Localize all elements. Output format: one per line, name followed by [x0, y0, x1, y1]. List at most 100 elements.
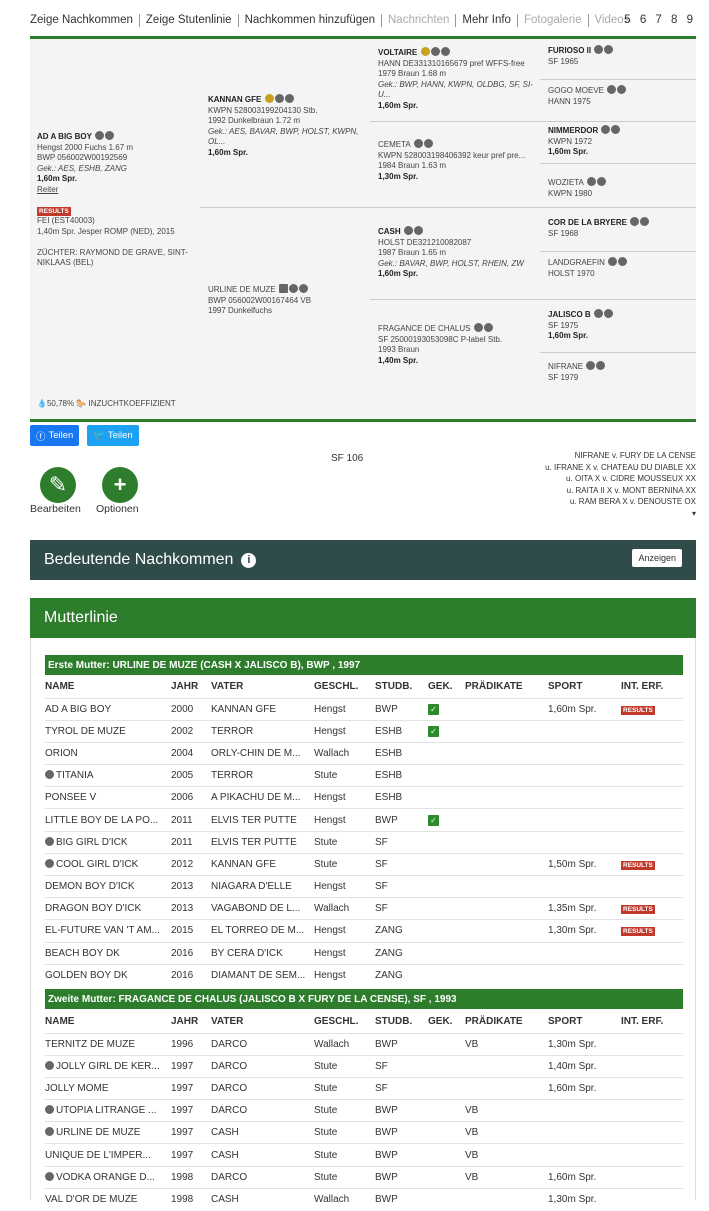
- horse-name-cell[interactable]: TITANIA: [45, 764, 171, 787]
- table-row[interactable]: JOLLY GIRL DE KER... 1997 DARCO Stute SF 1,40…: [45, 1054, 683, 1078]
- nav-more-info[interactable]: Mehr Info: [456, 13, 518, 27]
- table-row[interactable]: LITTLE BOY DE LA PO... 2011 ELVIS TER PUTT…: [45, 808, 683, 832]
- table-row[interactable]: BEACH BOY DK 2016 BY CERA D'ICK Hengst ZANG: [45, 941, 683, 965]
- expand-icon[interactable]: ▾: [545, 508, 696, 520]
- ancestor-name[interactable]: LANDGRAEFIN: [548, 258, 605, 267]
- sire-name[interactable]: KANNAN GFE: [208, 95, 261, 104]
- nav-offspring[interactable]: Zeige Nachkommen: [30, 13, 140, 27]
- table-row[interactable]: URLINE DE MUZE 1997 CASH Stute BWP VB: [45, 1121, 683, 1144]
- table-cell: 2002: [171, 719, 211, 743]
- edit-icon[interactable]: [603, 309, 613, 318]
- horse-name-cell[interactable]: GOLDEN BOY DK: [45, 963, 171, 987]
- horse-name-cell[interactable]: VAL D'OR DE MUZE: [45, 1187, 171, 1211]
- edit-icon[interactable]: [640, 217, 650, 226]
- horse-name-cell[interactable]: TERNITZ DE MUZE: [45, 1032, 171, 1056]
- table-cell: BY CERA D'ICK: [211, 941, 314, 965]
- ancestor-name[interactable]: GOGO MOEVE: [548, 86, 604, 95]
- horse-name-cell[interactable]: UTOPIA LITRANGE ...: [45, 1099, 171, 1122]
- horse-name-cell[interactable]: BIG GIRL D'ICK: [45, 830, 171, 854]
- table-row[interactable]: BIG GIRL D'ICK 2011 ELVIS TER PUTTE Stute SF: [45, 830, 683, 854]
- table-row[interactable]: VAL D'OR DE MUZE 1998 CASH Wallach BWP 1,30m …: [45, 1187, 683, 1211]
- ancestor-name[interactable]: NIFRANE: [548, 362, 583, 371]
- results-badge[interactable]: RESULTS: [621, 860, 655, 870]
- results-badge[interactable]: RESULTS: [37, 206, 71, 216]
- rider-link[interactable]: Reiter: [37, 185, 58, 194]
- sd-name[interactable]: CEMETA: [378, 140, 410, 149]
- show-button[interactable]: Anzeigen: [632, 549, 682, 567]
- ancestor-name[interactable]: COR DE LA BRYERE: [548, 218, 627, 227]
- nav-mare-line[interactable]: Zeige Stutenlinie: [140, 13, 239, 27]
- horse-name-cell[interactable]: JOLLY GIRL DE KER...: [45, 1054, 171, 1078]
- nav-photo-gallery[interactable]: Fotogalerie: [518, 13, 589, 27]
- nav-add-offspring[interactable]: Nachkommen hinzufügen: [239, 13, 382, 27]
- edit-icon[interactable]: [596, 361, 606, 370]
- table-row[interactable]: ORION 2004 ORLY-CHIN DE M... Wallach ESHB: [45, 741, 683, 765]
- horse-name-cell[interactable]: COOL GIRL D'ICK: [45, 852, 171, 876]
- edit-icon[interactable]: [617, 85, 627, 94]
- table-row[interactable]: AD A BIG BOY 2000 KANNAN GFE Hengst BWP ✓ 1,60…: [45, 697, 683, 721]
- edit-button[interactable]: ✎: [40, 467, 76, 503]
- table-row[interactable]: DRAGON BOY D'ICK 2013 VAGABOND DE L... Wall…: [45, 897, 683, 920]
- horse-name-cell[interactable]: TYROL DE MUZE: [45, 719, 171, 743]
- horse-name-cell[interactable]: PONSEE V: [45, 786, 171, 809]
- edit-icon[interactable]: [423, 139, 433, 148]
- table-row[interactable]: JOLLY MOME 1997 DARCO Stute SF 1,60m Spr.: [45, 1076, 683, 1100]
- info-icon[interactable]: i: [241, 552, 257, 568]
- edit-icon[interactable]: [604, 45, 614, 54]
- ancestor-name[interactable]: NIMMERDOR: [548, 126, 598, 135]
- edit-icon[interactable]: [413, 226, 423, 235]
- pagination[interactable]: 5 6 7 8 9: [624, 14, 696, 26]
- horse-name-cell[interactable]: VODKA ORANGE D...: [45, 1165, 171, 1189]
- table-row[interactable]: DEMON BOY D'ICK 2013 NIAGARA D'ELLE Hengst S…: [45, 874, 683, 898]
- table-row[interactable]: TYROL DE MUZE 2002 TERROR Hengst ESHB ✓: [45, 719, 683, 743]
- results-badge[interactable]: RESULTS: [621, 705, 655, 715]
- options-button[interactable]: +: [102, 467, 138, 503]
- int-result-cell: RESULTS: [621, 852, 683, 876]
- results-badge[interactable]: RESULTS: [621, 927, 655, 937]
- table-row[interactable]: PONSEE V 2006 A PIKACHU DE M... Hengst ESHB: [45, 786, 683, 809]
- table-row[interactable]: TITANIA 2005 TERROR Stute ESHB: [45, 764, 683, 787]
- dam-name[interactable]: URLINE DE MUZE: [208, 285, 276, 294]
- edit-icon[interactable]: [440, 47, 450, 56]
- horse-name-cell[interactable]: DEMON BOY D'ICK: [45, 874, 171, 898]
- table-row[interactable]: TERNITZ DE MUZE 1996 DARCO Wallach BWP VB 1,30…: [45, 1032, 683, 1056]
- facebook-share-button[interactable]: ⓕ Teilen: [30, 425, 80, 446]
- ancestor-name[interactable]: WOZIETA: [548, 178, 583, 187]
- first-dam-header[interactable]: Erste Mutter: URLINE DE MUZE (CASH X JAL…: [45, 655, 683, 675]
- twitter-share-button[interactable]: 🐦 Teilen: [87, 425, 139, 446]
- horse-name-cell[interactable]: DRAGON BOY D'ICK: [45, 897, 171, 920]
- horse-name-cell[interactable]: LITTLE BOY DE LA PO...: [45, 808, 171, 832]
- edit-icon[interactable]: [284, 94, 294, 103]
- horse-name-cell[interactable]: JOLLY MOME: [45, 1076, 171, 1100]
- main-horse-name[interactable]: AD A BIG BOY: [37, 132, 92, 141]
- edit-icon[interactable]: [611, 125, 621, 134]
- edit-icon[interactable]: [298, 284, 308, 293]
- table-cell: Wallach: [314, 1032, 375, 1056]
- horse-name-cell[interactable]: BEACH BOY DK: [45, 941, 171, 965]
- edit-icon[interactable]: [618, 257, 628, 266]
- horse-name-cell[interactable]: URLINE DE MUZE: [45, 1121, 171, 1144]
- ds-name[interactable]: CASH: [378, 227, 401, 236]
- horse-name-cell[interactable]: AD A BIG BOY: [45, 697, 171, 721]
- edit-icon[interactable]: [105, 131, 115, 140]
- second-dam-header[interactable]: Zweite Mutter: FRAGANCE DE CHALUS (JALIS…: [45, 989, 683, 1009]
- ancestor-name[interactable]: JALISCO B: [548, 310, 591, 319]
- mare-line-content: Erste Mutter: URLINE DE MUZE (CASH X JAL…: [30, 638, 696, 1211]
- dd-name[interactable]: FRAGANCE DE CHALUS: [378, 324, 470, 333]
- table-row[interactable]: EL-FUTURE VAN 'T AM... 2015 EL TORREO DE M…: [45, 919, 683, 943]
- card-icon: [278, 284, 288, 293]
- horse-name-cell[interactable]: UNIQUE DE L'IMPER...: [45, 1143, 171, 1167]
- ancestor-name[interactable]: FURIOSO II: [548, 46, 591, 55]
- table-row[interactable]: VODKA ORANGE D... 1998 DARCO Stute BWP VB 1,60…: [45, 1165, 683, 1189]
- nav-news[interactable]: Nachrichten: [382, 13, 457, 27]
- table-row[interactable]: UTOPIA LITRANGE ... 1997 DARCO Stute BWP VB: [45, 1099, 683, 1122]
- results-badge[interactable]: RESULTS: [621, 905, 655, 915]
- table-row[interactable]: UNIQUE DE L'IMPER... 1997 CASH Stute BWP VB: [45, 1143, 683, 1167]
- table-row[interactable]: COOL GIRL D'ICK 2012 KANNAN GFE Stute SF 1,50…: [45, 852, 683, 876]
- table-row[interactable]: GOLDEN BOY DK 2016 DIAMANT DE SEM... Hengst…: [45, 963, 683, 987]
- horse-name-cell[interactable]: ORION: [45, 741, 171, 765]
- ss-name[interactable]: VOLTAIRE: [378, 48, 417, 57]
- edit-icon[interactable]: [596, 177, 606, 186]
- horse-name-cell[interactable]: EL-FUTURE VAN 'T AM...: [45, 919, 171, 943]
- edit-icon[interactable]: [483, 323, 493, 332]
